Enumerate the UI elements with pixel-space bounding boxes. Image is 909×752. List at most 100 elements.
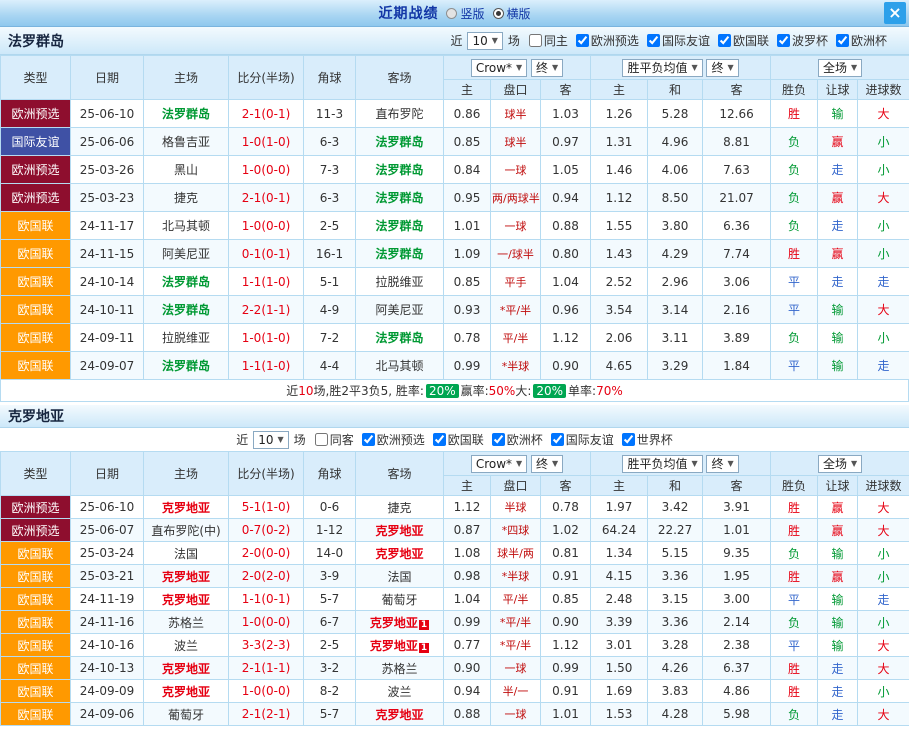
match-type: 欧国联	[1, 296, 71, 324]
filter-checkbox[interactable]: 国际友谊	[551, 431, 614, 448]
result-handicap: 输	[818, 588, 858, 611]
home-team: 拉脱维亚	[144, 324, 229, 352]
focus-team: 克罗地亚	[375, 708, 423, 722]
checkbox-input[interactable]	[836, 34, 849, 47]
final-odds-dropdown[interactable]: 终▼	[531, 455, 563, 473]
result-goals: 大	[858, 296, 909, 324]
match-date: 24-10-16	[71, 634, 144, 657]
match-row: 欧国联24-11-16苏格兰1-0(0-0)6-7克罗地亚10.99*平/半0.…	[1, 611, 909, 634]
match-count-select[interactable]: 10▼	[253, 431, 288, 449]
score: 1-0(1-0)	[229, 128, 304, 156]
filter-checkbox[interactable]: 国际友谊	[647, 32, 710, 49]
col-header-handicap: 盘口	[491, 476, 541, 496]
match-date: 24-10-13	[71, 657, 144, 680]
bookmaker-dropdown[interactable]: Crow*▼	[471, 455, 527, 473]
result-goals: 小	[858, 128, 909, 156]
match-row: 欧国联24-09-07法罗群岛1-1(1-0)4-4北马其顿0.99*半球0.9…	[1, 352, 909, 380]
avg-odds-dropdown[interactable]: 胜平负均值▼	[622, 59, 702, 77]
home-team: 克罗地亚	[144, 496, 229, 519]
odds-away: 0.90	[541, 611, 591, 634]
filter-checkbox[interactable]: 欧国联	[433, 431, 484, 448]
result-handicap: 赢	[818, 184, 858, 212]
match-count-select[interactable]: 10▼	[467, 32, 502, 50]
radio-horizontal-layout[interactable]: 横版	[493, 5, 531, 22]
odds-away: 1.01	[541, 703, 591, 726]
checkbox-input[interactable]	[492, 433, 505, 446]
handicap-line: 球半	[491, 128, 541, 156]
match-date: 24-11-15	[71, 240, 144, 268]
result-goals: 大	[858, 100, 909, 128]
odds-home: 1.08	[444, 542, 491, 565]
avg-away: 2.16	[703, 296, 771, 324]
final-odds-dropdown[interactable]: 终▼	[531, 59, 563, 77]
checkbox-input[interactable]	[433, 433, 446, 446]
filter-checkbox[interactable]: 欧洲预选	[576, 32, 639, 49]
odds-home: 0.93	[444, 296, 491, 324]
checkbox-input[interactable]	[718, 34, 731, 47]
away-team: 波兰	[356, 680, 444, 703]
checkbox-input[interactable]	[551, 433, 564, 446]
final-odds-dropdown[interactable]: 终▼	[706, 59, 738, 77]
team: 法国	[174, 547, 198, 561]
close-button[interactable]: ×	[884, 2, 906, 24]
home-team: 克罗地亚	[144, 680, 229, 703]
filter-checkbox[interactable]: 欧洲杯	[492, 431, 543, 448]
checkbox-input[interactable]	[529, 34, 542, 47]
avg-draw: 3.15	[648, 588, 703, 611]
avg-home: 64.24	[591, 519, 648, 542]
team: 葡萄牙	[168, 708, 204, 722]
checkbox-input[interactable]	[622, 433, 635, 446]
checkbox-label: 世界杯	[637, 431, 673, 448]
checkbox-input[interactable]	[777, 34, 790, 47]
avg-away: 1.95	[703, 565, 771, 588]
away-team: 法罗群岛	[356, 212, 444, 240]
away-team: 法罗群岛	[356, 184, 444, 212]
odds-home: 0.99	[444, 352, 491, 380]
summary-segment: 50%	[489, 384, 516, 398]
handicap-line: 一球	[491, 703, 541, 726]
filter-checkbox[interactable]: 同客	[315, 431, 354, 448]
team: 黑山	[174, 163, 198, 177]
home-team: 葡萄牙	[144, 703, 229, 726]
result-wdl: 负	[771, 128, 818, 156]
odds-home: 0.99	[444, 611, 491, 634]
avg-draw: 5.28	[648, 100, 703, 128]
focus-team: 克罗地亚	[162, 570, 210, 584]
handicap-line: 球半/两	[491, 542, 541, 565]
bookmaker-dropdown[interactable]: Crow*▼	[471, 59, 527, 77]
filter-checkbox[interactable]: 欧国联	[718, 32, 769, 49]
col-header-type: 类型	[1, 452, 71, 496]
away-team: 法罗群岛	[356, 128, 444, 156]
radio-vertical-layout[interactable]: 竖版	[446, 5, 484, 22]
corners: 14-0	[304, 542, 356, 565]
summary-segment: 近	[286, 382, 298, 399]
match-date: 24-09-11	[71, 324, 144, 352]
avg-home: 1.53	[591, 703, 648, 726]
filter-checkbox[interactable]: 世界杯	[622, 431, 673, 448]
checkbox-input[interactable]	[576, 34, 589, 47]
filter-checkbox[interactable]: 波罗杯	[777, 32, 828, 49]
final-odds-dropdown[interactable]: 终▼	[706, 455, 738, 473]
filter-checkbox[interactable]: 欧洲预选	[362, 431, 425, 448]
result-wdl: 胜	[771, 680, 818, 703]
checkbox-input[interactable]	[647, 34, 660, 47]
filter-checkbox[interactable]: 欧洲杯	[836, 32, 887, 49]
avg-home: 2.52	[591, 268, 648, 296]
result-handicap: 输	[818, 100, 858, 128]
avg-odds-dropdown[interactable]: 胜平负均值▼	[622, 455, 702, 473]
scope-dropdown[interactable]: 全场▼	[818, 59, 862, 77]
filter-checkbox[interactable]: 同主	[529, 32, 568, 49]
handicap-line: 一球	[491, 657, 541, 680]
avg-draw: 3.28	[648, 634, 703, 657]
checkbox-input[interactable]	[315, 433, 328, 446]
scope-dropdown[interactable]: 全场▼	[818, 455, 862, 473]
handicap-line: 球半	[491, 100, 541, 128]
odds-away: 0.91	[541, 680, 591, 703]
odds-away: 0.78	[541, 496, 591, 519]
match-row: 欧国联24-10-16波兰3-3(2-3)2-5克罗地亚10.77*平/半1.1…	[1, 634, 909, 657]
match-date: 24-09-06	[71, 703, 144, 726]
checkbox-label: 欧洲预选	[377, 431, 425, 448]
checkbox-input[interactable]	[362, 433, 375, 446]
focus-team: 法罗群岛	[375, 135, 423, 149]
result-wdl: 胜	[771, 519, 818, 542]
